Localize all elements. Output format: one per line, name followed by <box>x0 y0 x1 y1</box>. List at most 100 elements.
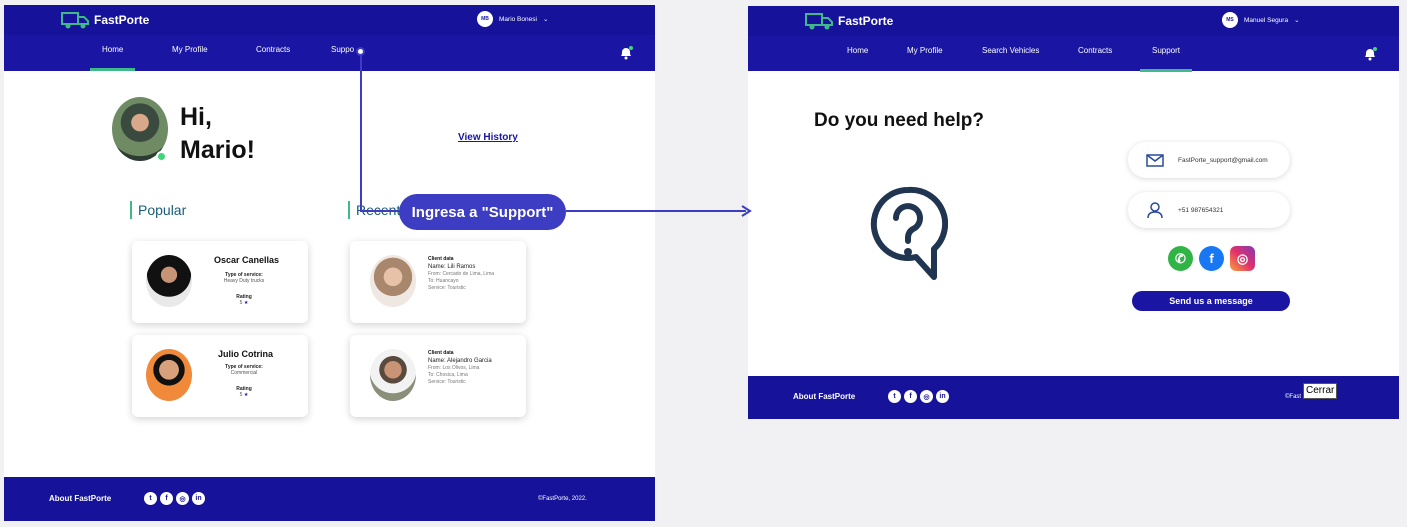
rating-value: 5 <box>239 392 243 398</box>
brand-name: FastPorte <box>94 13 150 27</box>
about-link[interactable]: About FastPorte <box>49 494 111 503</box>
mail-icon <box>1146 154 1164 167</box>
whatsapp-icon[interactable]: ✆ <box>1168 246 1193 271</box>
copyright: ©FastPorte, 2022. <box>538 496 587 502</box>
home-screen: FastPorte MB Mario Bonesi ⌄ Home My Prof… <box>4 5 655 521</box>
logo[interactable]: FastPorte <box>60 9 149 31</box>
rating-value: 5 <box>239 300 243 306</box>
close-tooltip[interactable]: Cerrar <box>1303 383 1338 399</box>
twitter-icon[interactable]: t <box>144 492 157 505</box>
connector-dot <box>356 47 365 56</box>
client-photo <box>370 255 416 307</box>
client-data: Client data Name: Lili Ramos From: Cerca… <box>428 255 494 292</box>
service-value: Heavy Duty trucks <box>223 278 265 284</box>
online-indicator <box>156 151 167 162</box>
copyright: ©Fast <box>1285 394 1302 400</box>
header: FastPorte MB Mario Bonesi ⌄ Home My Prof… <box>4 5 655 71</box>
greeting-line2: Mario! <box>180 136 255 164</box>
email-contact[interactable]: FastPorte_support@gmail.com <box>1128 142 1290 178</box>
driver-name: Julio Cotrina <box>218 349 274 359</box>
phone-contact[interactable]: +51 987654321 <box>1128 192 1290 228</box>
client-data: Client data Name: Alejandro Garcia From:… <box>428 349 492 386</box>
send-message-button[interactable]: Send us a message <box>1132 291 1290 311</box>
arrow-line <box>566 210 746 212</box>
client-from: From: Cercado de Lima, Lima <box>428 271 495 277</box>
client-service: Service: Touristic <box>428 285 466 291</box>
star-icon: ★ <box>243 300 249 306</box>
client-from: From: Los Olivos, Lima <box>428 365 480 371</box>
user-icon <box>1147 202 1163 219</box>
nav-my-profile[interactable]: My Profile <box>172 45 208 54</box>
client-photo <box>370 349 416 401</box>
client-card[interactable]: Client data Name: Lili Ramos From: Cerca… <box>350 241 526 323</box>
logo[interactable]: FastPorte <box>804 10 893 32</box>
linkedin-icon[interactable]: in <box>936 390 949 403</box>
rating-info: Rating 5 ★ <box>214 386 274 398</box>
connector-horizontal <box>360 210 400 212</box>
popular-title: Popular <box>130 201 186 219</box>
nav-home[interactable]: Home <box>89 45 136 71</box>
client-to: To: Huancayo <box>428 278 459 284</box>
chevron-down-icon: ⌄ <box>542 16 549 23</box>
client-data-title: Client data <box>428 350 454 356</box>
social-links: t f ◎ in <box>888 390 949 403</box>
nav-support[interactable]: Support <box>1139 46 1193 72</box>
nav-home[interactable]: Home <box>847 46 868 55</box>
brand-name: FastPorte <box>838 14 894 28</box>
driver-photo <box>146 255 192 307</box>
footer: About FastPorte t f ◎ in ©FastPorte, 202… <box>4 477 655 521</box>
arrow-right-icon <box>741 205 752 217</box>
linkedin-icon[interactable]: in <box>192 492 205 505</box>
client-to: To: Chosica, Lima <box>428 372 468 378</box>
nav-contracts[interactable]: Contracts <box>1078 46 1112 55</box>
footer: About FastPorte t f ◎ in ©Fast <box>748 376 1399 419</box>
truck-icon <box>61 12 89 29</box>
header: FastPorte MS Manuel Segura ⌄ Home My Pro… <box>748 6 1399 72</box>
instagram-icon[interactable]: ◎ <box>920 390 933 403</box>
support-email: FastPorte_support@gmail.com <box>1178 156 1268 164</box>
client-name: Name: Alejandro Garcia <box>428 358 492 364</box>
facebook-icon[interactable]: f <box>160 492 173 505</box>
driver-name: Oscar Canellas <box>214 255 280 265</box>
view-history-link[interactable]: View History <box>458 132 518 143</box>
nav-contracts[interactable]: Contracts <box>256 45 290 54</box>
nav-my-profile[interactable]: My Profile <box>907 46 943 55</box>
greeting: Hi, Mario! <box>180 101 255 167</box>
question-bubble-icon <box>870 186 948 280</box>
service-info: Type of service: Commercial <box>214 364 274 376</box>
nav-support[interactable]: Suppo <box>331 45 354 54</box>
greeting-line1: Hi, <box>180 103 212 131</box>
instagram-icon[interactable]: ◎ <box>1230 246 1255 271</box>
connector-vertical <box>360 52 362 212</box>
facebook-icon[interactable]: f <box>904 390 917 403</box>
user-menu[interactable]: MB Mario Bonesi ⌄ <box>477 11 548 27</box>
chevron-down-icon: ⌄ <box>1294 17 1300 24</box>
bell-icon[interactable] <box>618 45 634 61</box>
annotation-callout: Ingresa a "Support" <box>399 194 566 230</box>
user-menu[interactable]: MS Manuel Segura ⌄ <box>1222 12 1300 28</box>
avatar: MS <box>1222 12 1238 28</box>
facebook-icon[interactable]: f <box>1199 246 1224 271</box>
twitter-icon[interactable]: t <box>888 390 901 403</box>
avatar: MB <box>477 11 493 27</box>
truck-icon <box>805 13 833 30</box>
contact-social-links: ✆ f ◎ <box>1168 246 1255 271</box>
driver-card[interactable]: Julio Cotrina Type of service: Commercia… <box>132 335 308 417</box>
main-nav: Home My Profile Search Vehicles Contract… <box>748 36 1399 72</box>
bell-icon[interactable] <box>1362 46 1378 62</box>
driver-card[interactable]: Oscar Canellas Type of service: Heavy Du… <box>132 241 308 323</box>
service-value: Commercial <box>230 370 258 376</box>
star-icon: ★ <box>243 392 249 398</box>
support-screen: FastPorte MS Manuel Segura ⌄ Home My Pro… <box>748 6 1399 419</box>
client-card[interactable]: Client data Name: Alejandro Garcia From:… <box>350 335 526 417</box>
client-name: Name: Lili Ramos <box>428 264 476 270</box>
support-phone: +51 987654321 <box>1178 206 1224 214</box>
about-link[interactable]: About FastPorte <box>793 392 855 401</box>
nav-search-vehicles[interactable]: Search Vehicles <box>982 46 1039 55</box>
rating-info: Rating 5 ★ <box>214 294 274 306</box>
service-info: Type of service: Heavy Duty trucks <box>214 272 274 284</box>
social-links: t f ◎ in <box>144 492 205 505</box>
client-service: Service: Touristic <box>428 379 466 385</box>
page-title: Do you need help? <box>814 110 984 131</box>
instagram-icon[interactable]: ◎ <box>176 492 189 505</box>
